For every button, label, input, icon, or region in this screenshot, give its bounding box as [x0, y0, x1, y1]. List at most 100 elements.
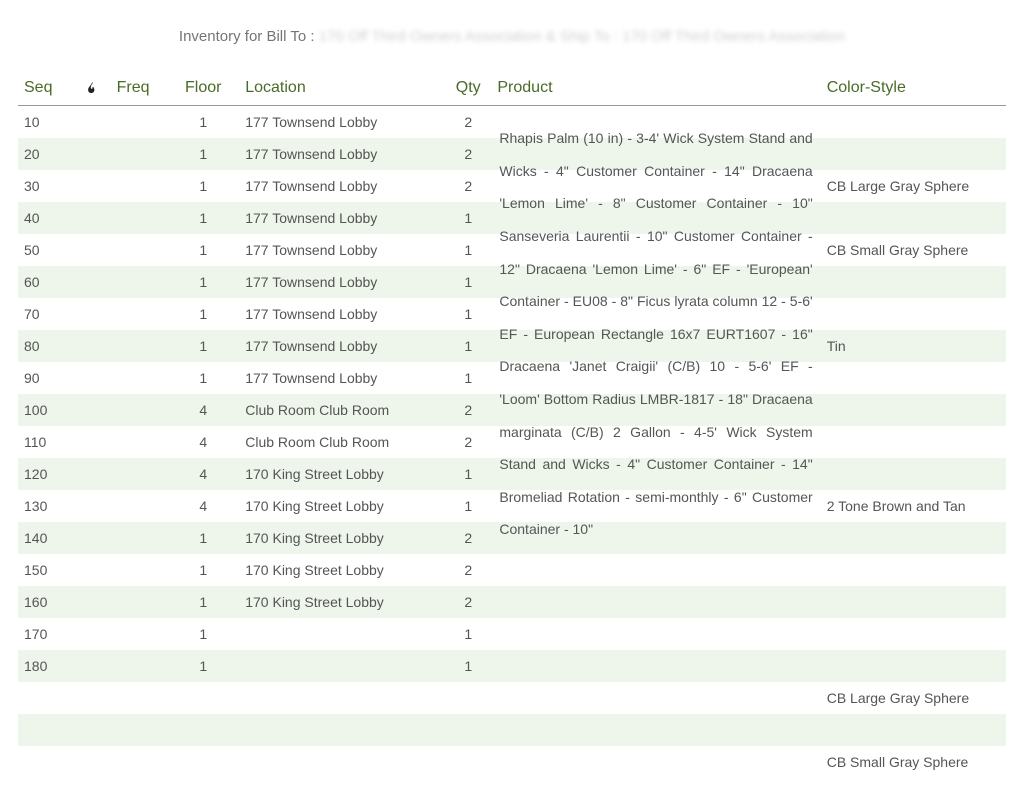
fire-icon — [85, 79, 100, 97]
cell-color-style — [821, 586, 1006, 618]
cell-product — [491, 138, 820, 170]
cell-color-style — [821, 362, 1006, 394]
cell-qty: 2 — [445, 138, 491, 170]
cell-color-style — [821, 618, 1006, 650]
cell-freq — [111, 138, 168, 170]
cell-seq — [18, 746, 75, 778]
cell-seq: 110 — [18, 426, 75, 458]
cell-qty: 1 — [445, 618, 491, 650]
cell-floor — [167, 746, 239, 778]
cell-seq: 170 — [18, 618, 75, 650]
table-header-row: Seq Freq Floor Location Qty Product Colo… — [18, 71, 1006, 106]
cell-location: Club Room Club Room — [239, 394, 445, 426]
cell-fire — [75, 682, 111, 714]
cell-location: 170 King Street Lobby — [239, 554, 445, 586]
table-row: 601177 Townsend Lobby1 — [18, 266, 1006, 298]
table-row — [18, 714, 1006, 746]
table-row: 701177 Townsend Lobby1 — [18, 298, 1006, 330]
cell-location: 177 Townsend Lobby — [239, 330, 445, 362]
table-row: 401177 Townsend Lobby1 — [18, 202, 1006, 234]
cell-seq: 90 — [18, 362, 75, 394]
cell-freq — [111, 714, 168, 746]
cell-location — [239, 650, 445, 682]
cell-color-style — [821, 554, 1006, 586]
cell-seq: 80 — [18, 330, 75, 362]
cell-floor: 1 — [167, 138, 239, 170]
cell-freq — [111, 490, 168, 522]
cell-product — [491, 170, 820, 202]
cell-freq — [111, 586, 168, 618]
cell-location: 170 King Street Lobby — [239, 490, 445, 522]
cell-freq — [111, 426, 168, 458]
table-row: 901177 Townsend Lobby1 — [18, 362, 1006, 394]
cell-seq: 140 — [18, 522, 75, 554]
page-title: Inventory for Bill To : 170 Off Third Ow… — [18, 28, 1006, 45]
cell-location: 177 Townsend Lobby — [239, 362, 445, 394]
cell-qty: 2 — [445, 106, 491, 139]
cell-color-style — [821, 714, 1006, 746]
cell-floor: 1 — [167, 362, 239, 394]
table-row: 801177 Townsend Lobby1Tin — [18, 330, 1006, 362]
table-row: 1304170 King Street Lobby12 Tone Brown a… — [18, 490, 1006, 522]
cell-freq — [111, 522, 168, 554]
cell-product — [491, 490, 820, 522]
cell-floor: 1 — [167, 330, 239, 362]
cell-fire — [75, 618, 111, 650]
cell-color-style: Tin — [821, 330, 1006, 362]
col-color-style: Color-Style — [821, 71, 1006, 106]
cell-freq — [111, 106, 168, 139]
cell-product — [491, 618, 820, 650]
col-location: Location — [239, 71, 445, 106]
cell-seq: 160 — [18, 586, 75, 618]
cell-qty: 2 — [445, 394, 491, 426]
cell-product — [491, 266, 820, 298]
cell-product: Rhapis Palm (10 in) - 3-4' Wick System S… — [491, 106, 820, 139]
cell-color-style: CB Large Gray Sphere — [821, 170, 1006, 202]
cell-qty: 2 — [445, 554, 491, 586]
cell-qty: 2 — [445, 522, 491, 554]
cell-seq: 40 — [18, 202, 75, 234]
cell-location: 177 Townsend Lobby — [239, 234, 445, 266]
cell-freq — [111, 746, 168, 778]
cell-freq — [111, 362, 168, 394]
cell-product — [491, 586, 820, 618]
cell-seq: 30 — [18, 170, 75, 202]
cell-freq — [111, 682, 168, 714]
table-row: 201177 Townsend Lobby2 — [18, 138, 1006, 170]
title-blurred: 170 Off Third Owners Association & Ship … — [319, 28, 845, 45]
cell-fire — [75, 234, 111, 266]
cell-floor: 4 — [167, 394, 239, 426]
table-body: 101177 Townsend Lobby2Rhapis Palm (10 in… — [18, 106, 1006, 779]
cell-color-style — [821, 650, 1006, 682]
cell-color-style: CB Small Gray Sphere — [821, 234, 1006, 266]
cell-product — [491, 426, 820, 458]
inventory-table: Seq Freq Floor Location Qty Product Colo… — [18, 71, 1006, 778]
cell-freq — [111, 170, 168, 202]
cell-fire — [75, 202, 111, 234]
cell-fire — [75, 394, 111, 426]
cell-seq: 60 — [18, 266, 75, 298]
cell-product — [491, 714, 820, 746]
cell-floor: 1 — [167, 170, 239, 202]
cell-fire — [75, 106, 111, 139]
cell-seq: 10 — [18, 106, 75, 139]
cell-color-style — [821, 202, 1006, 234]
cell-seq: 70 — [18, 298, 75, 330]
cell-color-style: CB Large Gray Sphere — [821, 682, 1006, 714]
table-row: 501177 Townsend Lobby1CB Small Gray Sphe… — [18, 234, 1006, 266]
cell-qty: 1 — [445, 234, 491, 266]
cell-fire — [75, 330, 111, 362]
table-row: 1601170 King Street Lobby2 — [18, 586, 1006, 618]
cell-color-style — [821, 298, 1006, 330]
cell-floor: 1 — [167, 298, 239, 330]
cell-location — [239, 682, 445, 714]
table-row: CB Large Gray Sphere — [18, 682, 1006, 714]
cell-product — [491, 394, 820, 426]
cell-floor: 4 — [167, 458, 239, 490]
cell-freq — [111, 650, 168, 682]
cell-location: Club Room Club Room — [239, 426, 445, 458]
cell-freq — [111, 458, 168, 490]
cell-fire — [75, 138, 111, 170]
cell-product — [491, 330, 820, 362]
cell-qty: 1 — [445, 458, 491, 490]
